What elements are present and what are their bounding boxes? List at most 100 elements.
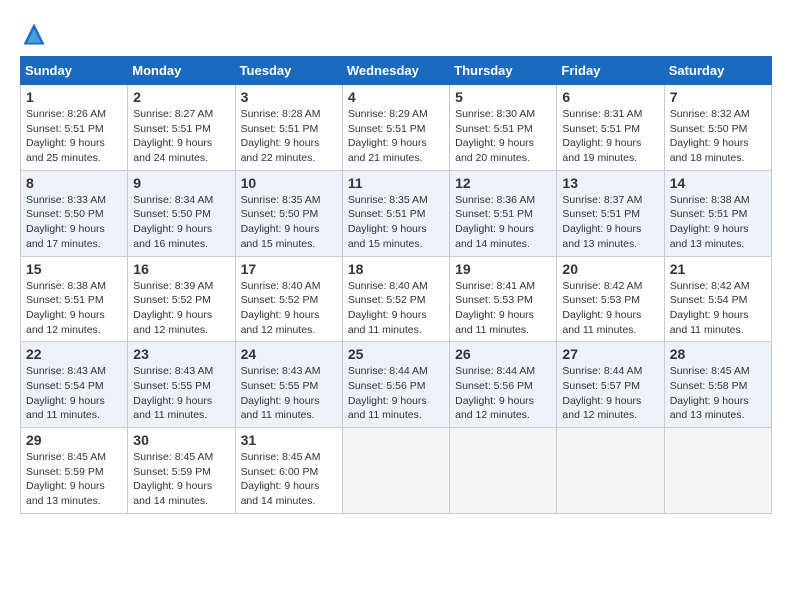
day-info: Sunrise: 8:43 AMSunset: 5:55 PMDaylight:… xyxy=(133,365,213,421)
day-info: Sunrise: 8:31 AMSunset: 5:51 PMDaylight:… xyxy=(562,108,642,164)
day-number: 6 xyxy=(562,89,658,105)
calendar-day: 3 Sunrise: 8:28 AMSunset: 5:51 PMDaylight… xyxy=(235,85,342,171)
calendar-week-5: 29 Sunrise: 8:45 AMSunset: 5:59 PMDayligh… xyxy=(21,428,772,514)
day-number: 19 xyxy=(455,261,551,277)
day-info: Sunrise: 8:44 AMSunset: 5:56 PMDaylight:… xyxy=(348,365,428,421)
calendar-day: 23Sunrise: 8:43 AMSunset: 5:55 PMDayligh… xyxy=(128,342,235,428)
day-info: Sunrise: 8:45 AMSunset: 5:58 PMDaylight:… xyxy=(670,365,750,421)
day-info: Sunrise: 8:32 AMSunset: 5:50 PMDaylight:… xyxy=(670,108,750,164)
calendar-day: 26Sunrise: 8:44 AMSunset: 5:56 PMDayligh… xyxy=(450,342,557,428)
day-info: Sunrise: 8:39 AMSunset: 5:52 PMDaylight:… xyxy=(133,280,213,336)
day-number: 16 xyxy=(133,261,229,277)
day-info: Sunrise: 8:26 AMSunset: 5:51 PMDaylight:… xyxy=(26,108,106,164)
day-header-wednesday: Wednesday xyxy=(342,57,449,85)
calendar-day: 27 Sunrise: 8:44 AMSunset: 5:57 PMDayligh… xyxy=(557,342,664,428)
day-info: Sunrise: 8:38 AMSunset: 5:51 PMDaylight:… xyxy=(670,194,750,250)
calendar-day: 1 Sunrise: 8:26 AMSunset: 5:51 PMDaylight… xyxy=(21,85,128,171)
calendar-day: 28 Sunrise: 8:45 AMSunset: 5:58 PMDayligh… xyxy=(664,342,771,428)
calendar-day: 8 Sunrise: 8:33 AMSunset: 5:50 PMDaylight… xyxy=(21,170,128,256)
day-info: Sunrise: 8:44 AMSunset: 5:57 PMDaylight:… xyxy=(562,365,642,421)
day-header-thursday: Thursday xyxy=(450,57,557,85)
calendar-day: 21 Sunrise: 8:42 AMSunset: 5:54 PMDayligh… xyxy=(664,256,771,342)
calendar-day: 10 Sunrise: 8:35 AMSunset: 5:50 PMDayligh… xyxy=(235,170,342,256)
calendar-week-1: 1 Sunrise: 8:26 AMSunset: 5:51 PMDaylight… xyxy=(21,85,772,171)
calendar-week-3: 15 Sunrise: 8:38 AMSunset: 5:51 PMDayligh… xyxy=(21,256,772,342)
day-info: Sunrise: 8:33 AMSunset: 5:50 PMDaylight:… xyxy=(26,194,106,250)
calendar-day xyxy=(450,428,557,514)
calendar-day: 19 Sunrise: 8:41 AMSunset: 5:53 PMDayligh… xyxy=(450,256,557,342)
calendar-day: 25Sunrise: 8:44 AMSunset: 5:56 PMDayligh… xyxy=(342,342,449,428)
day-number: 31 xyxy=(241,432,337,448)
day-number: 12 xyxy=(455,175,551,191)
calendar-day: 30 Sunrise: 8:45 AMSunset: 5:59 PMDayligh… xyxy=(128,428,235,514)
day-info: Sunrise: 8:42 AMSunset: 5:54 PMDaylight:… xyxy=(670,280,750,336)
calendar-day: 6 Sunrise: 8:31 AMSunset: 5:51 PMDaylight… xyxy=(557,85,664,171)
day-header-sunday: Sunday xyxy=(21,57,128,85)
day-number: 29 xyxy=(26,432,122,448)
calendar-day: 29 Sunrise: 8:45 AMSunset: 5:59 PMDayligh… xyxy=(21,428,128,514)
calendar-day: 14 Sunrise: 8:38 AMSunset: 5:51 PMDayligh… xyxy=(664,170,771,256)
calendar-day: 7 Sunrise: 8:32 AMSunset: 5:50 PMDaylight… xyxy=(664,85,771,171)
calendar-week-4: 22Sunrise: 8:43 AMSunset: 5:54 PMDayligh… xyxy=(21,342,772,428)
day-info: Sunrise: 8:38 AMSunset: 5:51 PMDaylight:… xyxy=(26,280,106,336)
day-info: Sunrise: 8:30 AMSunset: 5:51 PMDaylight:… xyxy=(455,108,535,164)
day-info: Sunrise: 8:35 AMSunset: 5:51 PMDaylight:… xyxy=(348,194,428,250)
day-info: Sunrise: 8:34 AMSunset: 5:50 PMDaylight:… xyxy=(133,194,213,250)
day-info: Sunrise: 8:45 AMSunset: 5:59 PMDaylight:… xyxy=(133,451,213,507)
day-info: Sunrise: 8:43 AMSunset: 5:55 PMDaylight:… xyxy=(241,365,321,421)
logo-icon xyxy=(20,20,48,48)
page-header xyxy=(20,20,772,48)
day-number: 3 xyxy=(241,89,337,105)
day-number: 18 xyxy=(348,261,444,277)
day-header-row: SundayMondayTuesdayWednesdayThursdayFrid… xyxy=(21,57,772,85)
calendar-day: 16 Sunrise: 8:39 AMSunset: 5:52 PMDayligh… xyxy=(128,256,235,342)
logo-area xyxy=(20,20,52,48)
day-info: Sunrise: 8:35 AMSunset: 5:50 PMDaylight:… xyxy=(241,194,321,250)
calendar-day: 31 Sunrise: 8:45 AMSunset: 6:00 PMDayligh… xyxy=(235,428,342,514)
day-info: Sunrise: 8:45 AMSunset: 6:00 PMDaylight:… xyxy=(241,451,321,507)
day-header-saturday: Saturday xyxy=(664,57,771,85)
calendar-day: 2 Sunrise: 8:27 AMSunset: 5:51 PMDaylight… xyxy=(128,85,235,171)
day-header-tuesday: Tuesday xyxy=(235,57,342,85)
day-number: 26 xyxy=(455,346,551,362)
day-info: Sunrise: 8:42 AMSunset: 5:53 PMDaylight:… xyxy=(562,280,642,336)
day-number: 28 xyxy=(670,346,766,362)
day-number: 8 xyxy=(26,175,122,191)
calendar-day: 12Sunrise: 8:36 AMSunset: 5:51 PMDayligh… xyxy=(450,170,557,256)
day-number: 1 xyxy=(26,89,122,105)
day-number: 4 xyxy=(348,89,444,105)
calendar-day: 17 Sunrise: 8:40 AMSunset: 5:52 PMDayligh… xyxy=(235,256,342,342)
day-number: 7 xyxy=(670,89,766,105)
day-number: 10 xyxy=(241,175,337,191)
calendar-day: 22Sunrise: 8:43 AMSunset: 5:54 PMDayligh… xyxy=(21,342,128,428)
day-number: 2 xyxy=(133,89,229,105)
day-number: 30 xyxy=(133,432,229,448)
calendar-day: 20Sunrise: 8:42 AMSunset: 5:53 PMDayligh… xyxy=(557,256,664,342)
calendar-week-2: 8 Sunrise: 8:33 AMSunset: 5:50 PMDaylight… xyxy=(21,170,772,256)
calendar-day: 9 Sunrise: 8:34 AMSunset: 5:50 PMDaylight… xyxy=(128,170,235,256)
day-info: Sunrise: 8:40 AMSunset: 5:52 PMDaylight:… xyxy=(348,280,428,336)
calendar-day: 24 Sunrise: 8:43 AMSunset: 5:55 PMDayligh… xyxy=(235,342,342,428)
day-number: 9 xyxy=(133,175,229,191)
calendar-day: 13 Sunrise: 8:37 AMSunset: 5:51 PMDayligh… xyxy=(557,170,664,256)
day-number: 24 xyxy=(241,346,337,362)
day-info: Sunrise: 8:37 AMSunset: 5:51 PMDaylight:… xyxy=(562,194,642,250)
day-info: Sunrise: 8:28 AMSunset: 5:51 PMDaylight:… xyxy=(241,108,321,164)
day-number: 14 xyxy=(670,175,766,191)
day-info: Sunrise: 8:45 AMSunset: 5:59 PMDaylight:… xyxy=(26,451,106,507)
day-info: Sunrise: 8:41 AMSunset: 5:53 PMDaylight:… xyxy=(455,280,535,336)
calendar-day xyxy=(342,428,449,514)
calendar-day: 15 Sunrise: 8:38 AMSunset: 5:51 PMDayligh… xyxy=(21,256,128,342)
day-info: Sunrise: 8:27 AMSunset: 5:51 PMDaylight:… xyxy=(133,108,213,164)
day-number: 17 xyxy=(241,261,337,277)
calendar-day: 11 Sunrise: 8:35 AMSunset: 5:51 PMDayligh… xyxy=(342,170,449,256)
day-number: 13 xyxy=(562,175,658,191)
calendar-day: 5Sunrise: 8:30 AMSunset: 5:51 PMDaylight… xyxy=(450,85,557,171)
day-number: 15 xyxy=(26,261,122,277)
calendar-day xyxy=(664,428,771,514)
day-info: Sunrise: 8:40 AMSunset: 5:52 PMDaylight:… xyxy=(241,280,321,336)
calendar-day: 4Sunrise: 8:29 AMSunset: 5:51 PMDaylight… xyxy=(342,85,449,171)
day-number: 11 xyxy=(348,175,444,191)
day-number: 27 xyxy=(562,346,658,362)
day-number: 21 xyxy=(670,261,766,277)
